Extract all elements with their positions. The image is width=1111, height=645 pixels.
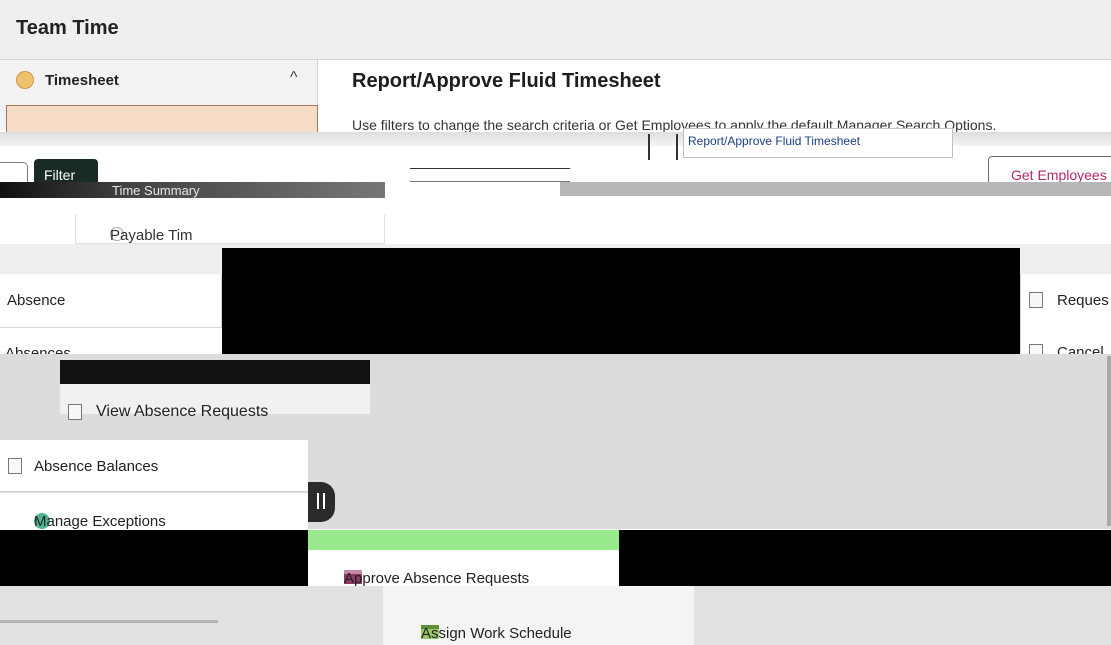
mid-grey-band <box>560 182 1111 196</box>
view-absence-requests-label: View Absence Requests <box>96 403 269 420</box>
payable-time-tile[interactable]: Payable Tim <box>75 214 385 244</box>
absence-label: Absence <box>7 292 66 309</box>
briefcase-icon <box>68 404 82 420</box>
absence-tile[interactable]: Absence <box>0 274 222 328</box>
selected-nav-tile[interactable] <box>6 105 318 135</box>
tooltip: Report/Approve Fluid Timesheet <box>683 128 953 158</box>
scrollbar[interactable] <box>1107 356 1111 526</box>
view-absence-requests-tile[interactable]: View Absence Requests <box>60 384 370 420</box>
ghost-line <box>410 168 570 182</box>
assign-work-schedule-label: Assign Work Schedule <box>421 625 572 642</box>
panel-collapse-handle[interactable] <box>308 482 335 522</box>
main-heading: Report/Approve Fluid Timesheet <box>352 70 661 92</box>
request-icon <box>1029 292 1043 308</box>
request-column: Reques Cancel <box>1020 274 1111 361</box>
page-title: Team Time <box>16 17 119 39</box>
chevron-up-icon[interactable]: ^ <box>290 69 298 87</box>
get-employees-label: Get Employees <box>1011 167 1107 183</box>
filter-button-label: Filter <box>44 167 76 183</box>
title-bar: Team Time <box>0 0 1111 60</box>
timesheet-icon <box>16 71 34 89</box>
approve-absence-requests-label: Approve Absence Requests <box>344 570 530 587</box>
absence-balances-label: Absence Balances <box>34 458 159 475</box>
manage-exceptions-tile[interactable]: Manage Exceptions <box>0 493 308 530</box>
divider <box>0 620 218 623</box>
pause-icon <box>317 493 325 509</box>
ghost-bars <box>648 134 678 160</box>
time-summary-label[interactable]: Time Summary <box>112 183 200 198</box>
absence-balances-tile[interactable]: Absence Balances <box>0 440 308 492</box>
manage-exceptions-label: Manage Exceptions <box>34 513 166 530</box>
black-block <box>222 248 1020 354</box>
payable-time-label: Payable Tim <box>110 227 193 244</box>
tooltip-text: Report/Approve Fluid Timesheet <box>688 134 861 148</box>
approve-absence-requests-tile[interactable]: Approve Absence Requests <box>308 550 619 587</box>
request-label[interactable]: Reques <box>1057 292 1109 309</box>
balances-icon <box>8 458 22 474</box>
absences-tile[interactable]: Absences <box>0 329 222 362</box>
green-tab <box>308 530 619 550</box>
black-strip <box>60 360 370 384</box>
assign-work-schedule-tile[interactable]: Assign Work Schedule <box>383 586 694 645</box>
sidebar-section-label[interactable]: Timesheet <box>45 72 119 89</box>
